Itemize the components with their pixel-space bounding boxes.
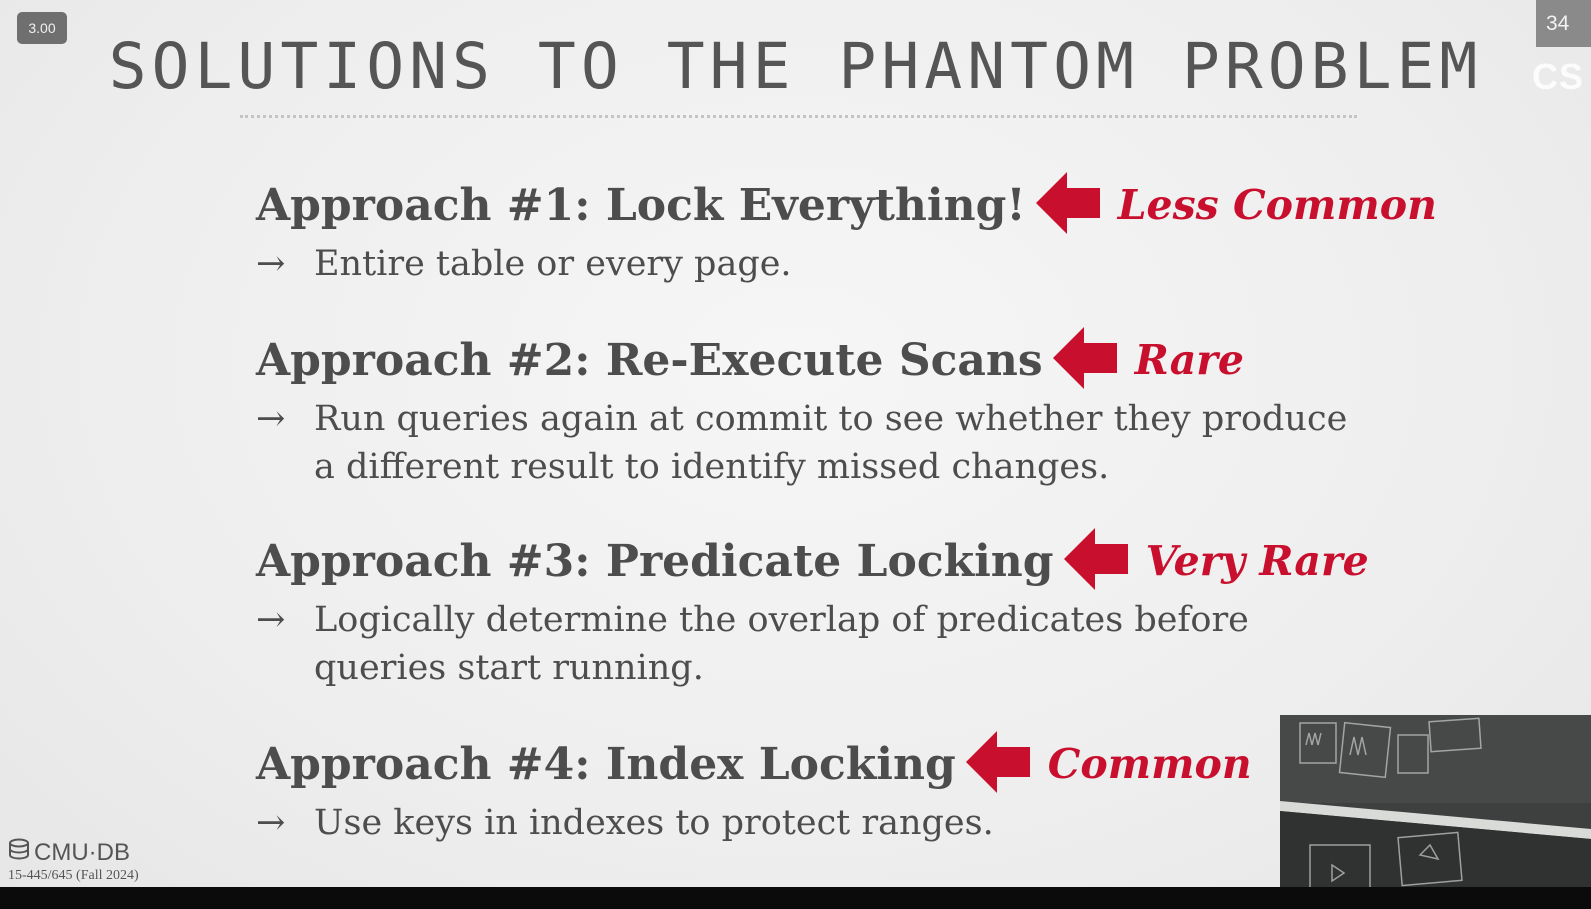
- approach-description: Use keys in indexes to protect ranges.: [314, 803, 994, 843]
- approach-description: Run queries again at commit to see wheth…: [314, 399, 1348, 487]
- approach-heading: Approach #1: Lock Everything!: [256, 179, 1026, 231]
- video-bottom-bar: [0, 887, 1591, 909]
- red-arrow-icon: [1035, 172, 1100, 238]
- frequency-tag: Common: [1047, 740, 1252, 788]
- title-divider: [240, 115, 1357, 118]
- red-arrow-icon: [1052, 327, 1117, 393]
- red-arrow-icon: [965, 731, 1030, 797]
- bullet-arrow-icon: →: [256, 399, 286, 439]
- bullet-arrow-icon: →: [256, 600, 286, 640]
- cmu-db-logo: CMU·DB: [8, 838, 130, 867]
- frequency-tag: Very Rare: [1145, 537, 1369, 585]
- frequency-tag: Less Common: [1117, 181, 1437, 229]
- approach-heading: Approach #3: Predicate Locking: [256, 535, 1054, 587]
- approach-2: Approach #2: Re-Execute Scans Rare → Run…: [256, 327, 1374, 491]
- bullet-arrow-icon: →: [256, 244, 286, 284]
- slide-title: SOLUTIONS TO THE PHANTOM PROBLEM: [108, 30, 1483, 103]
- presenter-video-thumbnail[interactable]: [1280, 715, 1591, 909]
- logo-text: CMU·DB: [34, 838, 130, 866]
- approach-heading: Approach #4: Index Locking: [256, 738, 956, 790]
- approach-4: Approach #4: Index Locking Common → Use …: [256, 731, 1374, 847]
- database-icon: [8, 838, 30, 867]
- course-code: 15-445/645 (Fall 2024): [8, 868, 139, 883]
- red-arrow-icon: [1063, 528, 1128, 594]
- bullet-arrow-icon: →: [256, 803, 286, 843]
- approach-description: Logically determine the overlap of predi…: [314, 600, 1249, 688]
- approach-description: Entire table or every page.: [314, 244, 792, 284]
- frequency-tag: Rare: [1134, 336, 1244, 384]
- approach-1: Approach #1: Lock Everything! Less Commo…: [256, 172, 1437, 288]
- approach-3: Approach #3: Predicate Locking Very Rare…: [256, 528, 1374, 692]
- approach-heading: Approach #2: Re-Execute Scans: [256, 334, 1043, 386]
